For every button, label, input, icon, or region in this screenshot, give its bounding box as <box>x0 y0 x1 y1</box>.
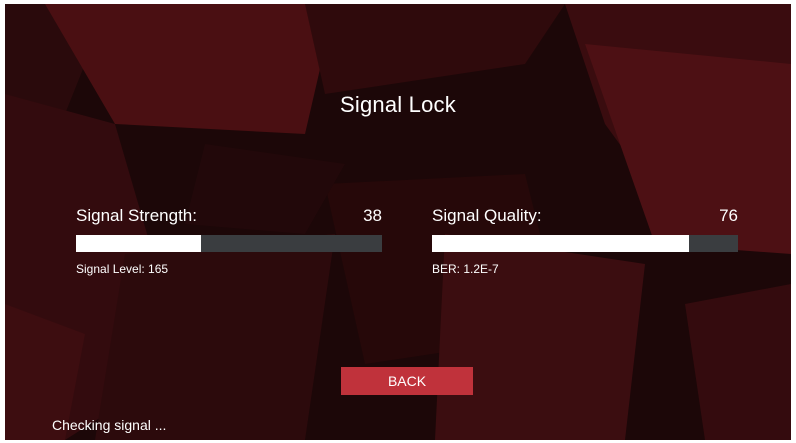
signal-lock-screen: Signal Lock Signal Strength: 38 Signal L… <box>5 4 791 440</box>
page-title: Signal Lock <box>340 92 456 117</box>
signal-quality-value: 76 <box>719 206 738 225</box>
signal-strength-label: Signal Strength: <box>76 206 197 225</box>
signal-quality-bar-fill <box>432 235 690 252</box>
signal-quality-bar <box>432 235 738 252</box>
ber-text: BER: 1.2E-7 <box>432 262 499 276</box>
signal-strength-bar <box>76 235 382 252</box>
signal-quality-label: Signal Quality: <box>432 206 542 225</box>
signal-level-text: Signal Level: 165 <box>76 262 169 276</box>
signal-strength-value: 38 <box>363 206 382 225</box>
status-text: Checking signal ... <box>52 417 167 433</box>
signal-strength-bar-fill <box>76 235 202 252</box>
back-button[interactable]: BACK <box>341 367 473 395</box>
